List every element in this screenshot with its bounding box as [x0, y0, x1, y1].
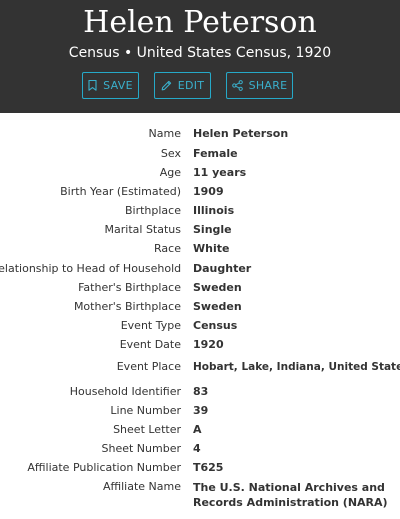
edit-button[interactable]: EDIT: [154, 72, 211, 99]
field-value: Sweden: [193, 281, 242, 294]
field-value: 83: [193, 385, 209, 398]
field-label: Mother's Birthplace: [73, 300, 181, 313]
share-icon: [231, 80, 243, 91]
field-value: 11 years: [193, 166, 247, 179]
field-value: Helen Peterson: [193, 127, 289, 140]
page-title: Helen Peterson: [83, 5, 317, 40]
field-value: Census: [193, 319, 238, 332]
field-value: 1909: [193, 185, 224, 198]
field-value: Single: [193, 223, 232, 236]
field-label: Event Place: [116, 360, 181, 373]
field-value: White: [193, 242, 230, 255]
record-header: Helen Peterson Census • United States Ce…: [0, 0, 400, 113]
field-label: Event Date: [119, 338, 181, 351]
field-label: Event Type: [120, 319, 181, 332]
field-label: Affiliate Name: [102, 480, 181, 493]
field-label: Race: [154, 242, 181, 255]
field-label: Household Identifier: [69, 385, 181, 398]
edit-button-label: EDIT: [177, 79, 205, 92]
action-bar: SAVE EDIT SHARE: [0, 72, 400, 99]
field-label: Birth Year (Estimated): [60, 185, 181, 198]
field-label: Birthplace: [124, 204, 181, 217]
field-label: Marital Status: [104, 223, 181, 236]
field-value: 1920: [193, 338, 224, 351]
field-value: 4: [193, 442, 201, 455]
field-value: Hobart, Lake, Indiana, United States: [193, 361, 400, 373]
field-value: Daughter: [193, 262, 252, 275]
field-label: Affiliate Publication Number: [27, 461, 181, 474]
share-button[interactable]: SHARE: [226, 72, 293, 99]
field-value: Illinois: [193, 204, 235, 217]
field-value: T625: [193, 461, 224, 474]
field-label: Name: [148, 127, 181, 140]
pencil-icon: [161, 80, 172, 91]
field-label: Age: [159, 166, 181, 179]
bookmark-icon: [88, 80, 97, 91]
field-label: Sheet Letter: [113, 423, 181, 436]
field-label: Relationship to Head of Household: [0, 262, 182, 275]
field-label: Sheet Number: [101, 442, 182, 455]
record-subtitle: Census • United States Census, 1920: [68, 45, 332, 61]
field-value: The U.S. National Archives and Records A…: [193, 481, 388, 509]
field-value: 39: [193, 404, 209, 417]
save-button-label: SAVE: [103, 79, 133, 92]
share-button-label: SHARE: [248, 79, 288, 92]
field-value: A: [193, 423, 202, 436]
field-value: Sweden: [193, 300, 242, 313]
field-label: Sex: [160, 147, 181, 160]
field-label: Father's Birthplace: [78, 281, 181, 294]
field-value: Female: [193, 147, 238, 160]
save-button[interactable]: SAVE: [82, 72, 139, 99]
field-label: Line Number: [110, 404, 181, 417]
